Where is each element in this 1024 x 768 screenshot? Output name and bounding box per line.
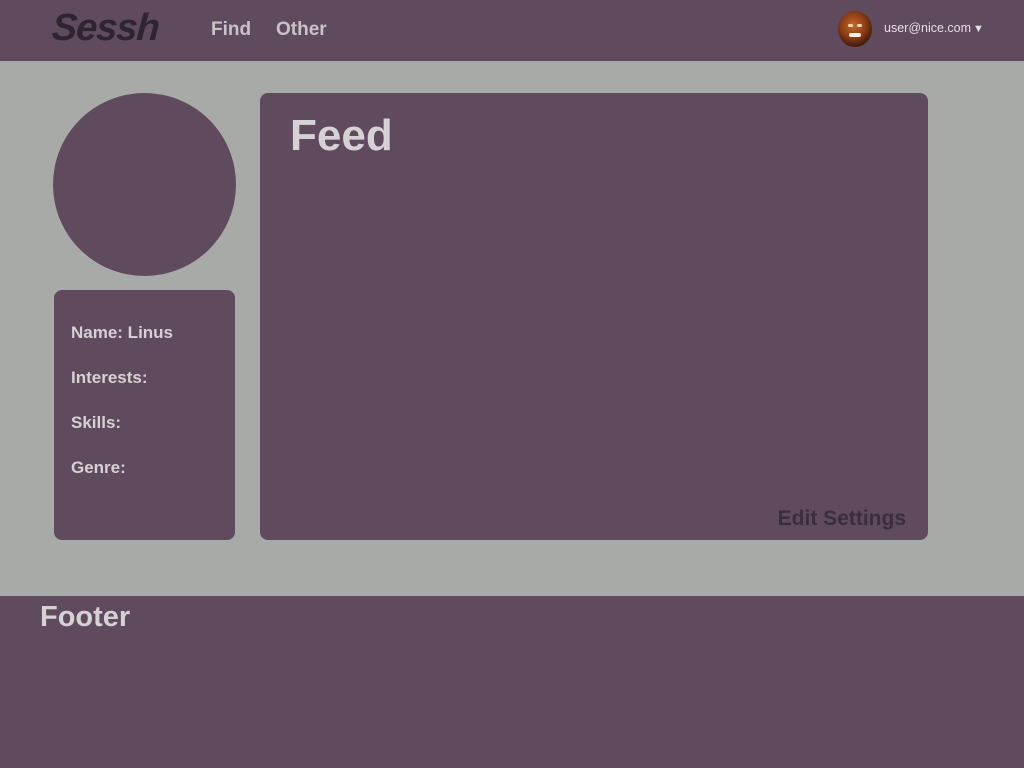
chevron-down-icon[interactable]: ▼ <box>973 23 984 35</box>
page-footer: Footer <box>0 596 1024 768</box>
feed-panel: Feed Edit Settings <box>260 93 928 540</box>
avatar-eye-right <box>857 24 862 27</box>
nav-link-other[interactable]: Other <box>276 19 327 41</box>
profile-interests: Interests: <box>71 368 148 387</box>
avatar-eye-left <box>848 24 853 27</box>
top-navbar: Sessh Find Other user@nice.com ▼ <box>0 0 1024 61</box>
user-menu-dropdown[interactable]: user@nice.com ▼ <box>838 11 984 47</box>
avatar-mouth <box>849 33 861 37</box>
profile-genre: Genre: <box>71 458 126 477</box>
footer-title: Footer <box>40 601 131 633</box>
profile-info-card: Name: Linus Interests: Skills: Genre: <box>54 290 235 540</box>
site-logo[interactable]: Sessh <box>50 4 161 52</box>
profile-photo[interactable] <box>53 93 236 276</box>
profile-skills: Skills: <box>71 413 122 432</box>
nav-link-find[interactable]: Find <box>211 19 251 41</box>
feed-title: Feed <box>290 111 393 160</box>
profile-name: Name: Linus <box>71 323 174 342</box>
edit-settings-link[interactable]: Edit Settings <box>778 507 906 531</box>
user-email[interactable]: user@nice.com <box>884 21 971 35</box>
user-avatar-icon[interactable] <box>838 11 872 47</box>
